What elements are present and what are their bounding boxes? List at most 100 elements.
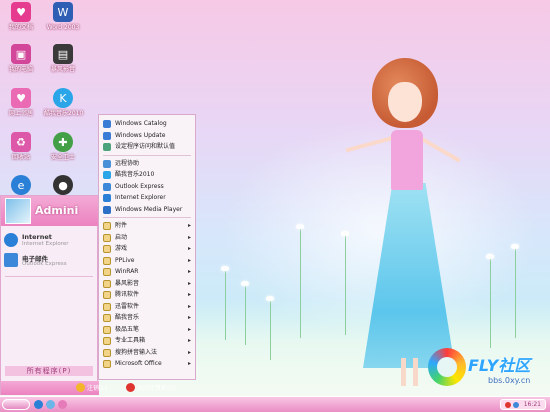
program-menu-item[interactable]: 启动 ▸ xyxy=(99,232,195,244)
desktop-icon-kuwo[interactable]: K 酷我音乐2010 xyxy=(44,88,83,117)
program-menu-label: PPLive xyxy=(115,256,135,264)
desktop-icon-word[interactable]: W Word 2003 xyxy=(44,2,82,31)
program-menu-label: Windows Media Player xyxy=(115,205,183,213)
folder-icon xyxy=(103,314,111,322)
start-menu-header: Admini xyxy=(1,196,99,226)
program-menu-item[interactable]: Outlook Express xyxy=(99,181,195,193)
program-menu-item[interactable]: Windows Catalog xyxy=(99,118,195,130)
clock[interactable]: 16:21 xyxy=(524,400,541,410)
program-menu-item[interactable]: WinRAR ▸ xyxy=(99,266,195,278)
program-menu-item[interactable]: Windows Media Player xyxy=(99,204,195,216)
fly-watermark: FLY社区 bbs.0xy.cn xyxy=(428,348,548,398)
desktop-icon[interactable] xyxy=(46,400,55,409)
defaults-icon xyxy=(103,143,111,151)
kuwo-icon xyxy=(103,171,111,179)
desktop-icon-label: 网上邻居 xyxy=(8,110,33,117)
flower xyxy=(266,296,274,301)
ie-icon xyxy=(4,233,18,247)
program-menu-item[interactable]: 设定程序访问和默认值 xyxy=(99,141,195,153)
programs-menu: Windows Catalog Windows Update 设定程序访问和默认值远… xyxy=(98,114,196,380)
network-icon: ♥ xyxy=(11,88,31,108)
folder-icon xyxy=(103,245,111,253)
program-menu-item[interactable]: 专业工具箱 ▸ xyxy=(99,335,195,347)
all-programs-button[interactable]: 所有程序(P) xyxy=(5,366,93,376)
submenu-arrow-icon: ▸ xyxy=(187,314,191,321)
program-menu-item[interactable]: Windows Update xyxy=(99,130,195,142)
submenu-arrow-icon: ▸ xyxy=(187,302,191,310)
flower-stem xyxy=(345,235,346,335)
desktop-icon-storm-player[interactable]: ▤ 暴风影音 xyxy=(44,44,82,73)
shutdown-button[interactable]: 关闭计算机(U) xyxy=(126,381,176,393)
program-menu-label: Internet Explorer xyxy=(115,194,166,201)
desktop-icon-label: Word 2003 xyxy=(46,24,80,31)
program-menu-item[interactable]: 极品五笔 ▸ xyxy=(99,324,195,336)
pinned-subtitle: Internet Explorer xyxy=(22,241,69,247)
desktop-icon-label: 暴风影音 xyxy=(50,66,75,73)
program-menu-item[interactable]: PPLive ▸ xyxy=(99,255,195,267)
program-menu-item[interactable]: 酷我音乐 ▸ xyxy=(99,312,195,324)
flower-stem xyxy=(490,258,491,348)
desktop-icon-ie[interactable]: e xyxy=(2,175,40,195)
computer-icon: ▣ xyxy=(11,44,31,64)
flower-stem xyxy=(300,228,301,338)
catalog-icon xyxy=(103,120,111,128)
pinned-email[interactable]: 电子邮件 Outlook Express xyxy=(4,252,98,272)
desktop-icon-qq[interactable]: ● xyxy=(44,175,82,195)
folder-icon xyxy=(103,348,111,357)
flower-stem xyxy=(270,300,271,360)
program-menu-item[interactable]: Microsoft Office ▸ xyxy=(99,358,195,370)
girl-arm xyxy=(420,137,462,163)
shield-icon: ✚ xyxy=(53,132,73,152)
folder-icon xyxy=(103,256,111,265)
remote-icon xyxy=(103,159,111,168)
program-menu-item[interactable]: 腾讯软件 ▸ xyxy=(99,289,195,301)
heart-docs-icon: ♥ xyxy=(11,2,31,22)
folder-icon xyxy=(103,233,111,242)
media-icon[interactable] xyxy=(58,400,67,409)
start-button[interactable] xyxy=(2,399,30,410)
girl-leg xyxy=(413,358,418,386)
program-menu-item[interactable]: 附件 ▸ xyxy=(99,220,195,232)
ie-icon[interactable] xyxy=(34,400,43,409)
desktop-icon-my-documents[interactable]: ♥ 我的文档 xyxy=(2,2,40,31)
program-menu-item[interactable]: 暴风影音 ▸ xyxy=(99,278,195,290)
program-menu-item[interactable]: 搜狗拼音输入法 ▸ xyxy=(99,347,195,359)
flower xyxy=(486,254,494,259)
program-menu-item[interactable]: 酷我音乐2010 xyxy=(99,169,195,181)
pinned-subtitle: Outlook Express xyxy=(22,261,67,267)
shutdown-label: 关闭计算机(U) xyxy=(137,384,177,392)
flower xyxy=(241,281,249,286)
program-menu-label: 附件 xyxy=(115,222,128,229)
program-menu-item[interactable]: 远程协助 xyxy=(99,158,195,170)
power-icon xyxy=(126,382,135,392)
flower xyxy=(511,244,519,249)
flower xyxy=(221,266,229,271)
pinned-internet[interactable]: Internet Internet Explorer xyxy=(4,232,98,252)
desktop-icon-recycle-bin[interactable]: ♻ 回收站 xyxy=(2,132,40,161)
submenu-arrow-icon: ▸ xyxy=(187,360,191,367)
folder-icon xyxy=(103,360,111,368)
flower xyxy=(341,231,349,236)
folder-icon xyxy=(103,268,111,276)
program-menu-item[interactable]: 游戏 ▸ xyxy=(99,243,195,255)
program-menu-label: 远程协助 xyxy=(115,159,140,167)
user-avatar[interactable] xyxy=(5,198,31,224)
desktop-icon-security[interactable]: ✚ 安全卫士 xyxy=(44,132,82,161)
submenu-arrow-icon: ▸ xyxy=(187,256,191,264)
submenu-arrow-icon: ▸ xyxy=(187,222,191,229)
desktop-icon-my-computer[interactable]: ▣ 我的电脑 xyxy=(2,44,40,73)
tray-volume-icon[interactable] xyxy=(513,402,519,408)
desktop-icon-label: 我的文档 xyxy=(8,24,33,31)
program-menu-label: 极品五笔 xyxy=(115,325,140,333)
program-menu-item[interactable]: 迅雷软件 ▸ xyxy=(99,301,195,313)
word-icon: W xyxy=(53,2,73,22)
program-menu-item[interactable]: Internet Explorer xyxy=(99,192,195,204)
tray-security-icon[interactable] xyxy=(505,402,511,408)
program-menu-label: 腾讯软件 xyxy=(115,291,140,298)
logoff-button[interactable]: 注销(L) xyxy=(76,381,107,393)
ie-icon xyxy=(103,194,111,202)
update-icon xyxy=(103,131,111,140)
desktop-icon-network[interactable]: ♥ 网上邻居 xyxy=(2,88,40,117)
program-menu-label: Windows Catalog xyxy=(115,120,167,127)
system-tray: 16:21 xyxy=(500,399,546,410)
